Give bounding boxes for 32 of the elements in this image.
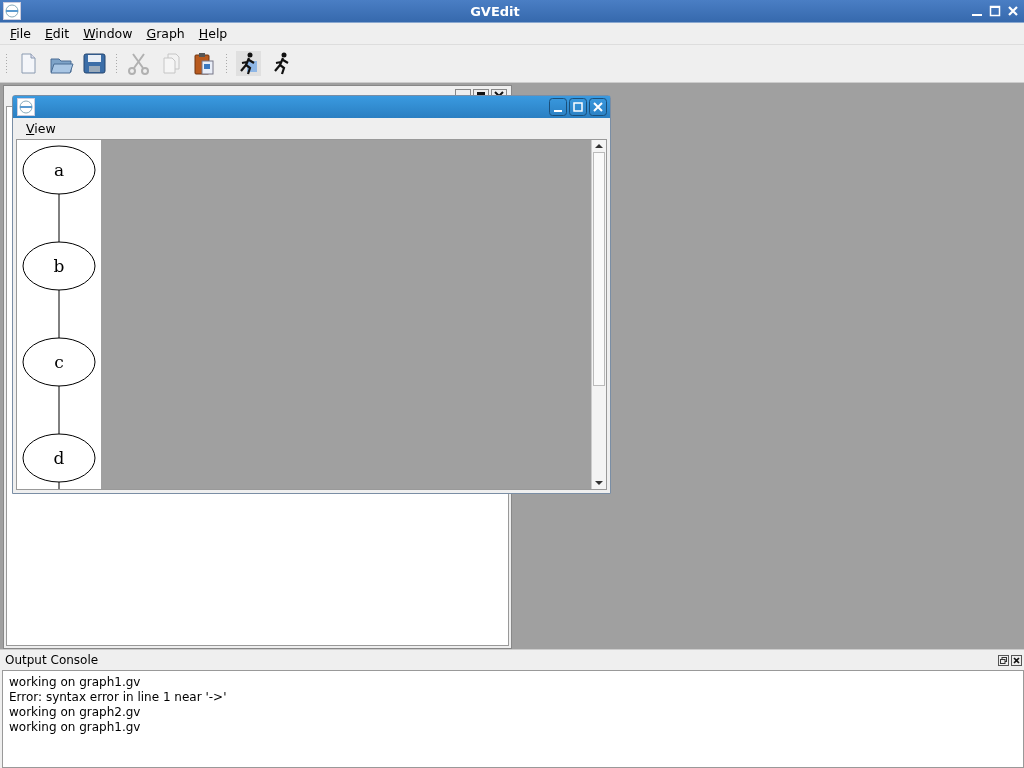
graph-edge: [58, 289, 60, 339]
scrollbar[interactable]: [591, 140, 606, 489]
menu-item[interactable]: Help: [191, 26, 235, 41]
minimize-icon[interactable]: [549, 98, 567, 116]
menu-item[interactable]: File: [3, 26, 38, 41]
node-label: d: [53, 448, 65, 468]
graph-edge: [58, 385, 60, 435]
app-logo-icon: [17, 98, 35, 116]
node-label: a: [53, 160, 65, 180]
menu-item[interactable]: Window: [76, 26, 140, 41]
maximize-icon[interactable]: [987, 3, 1003, 19]
float-icon[interactable]: [998, 654, 1009, 666]
clipboard-icon[interactable]: [192, 51, 217, 76]
graph-edge: [58, 193, 60, 243]
console-line: working on graph1.gv: [9, 675, 142, 690]
close-icon[interactable]: [1011, 654, 1022, 666]
maximize-icon[interactable]: [569, 98, 587, 116]
node-label: c: [54, 352, 64, 372]
close-icon[interactable]: [589, 98, 607, 116]
app-logo-icon: [3, 2, 21, 20]
menu-item[interactable]: Edit: [37, 26, 77, 41]
graph-edge: [58, 481, 60, 489]
panel-title: Output Console: [5, 653, 99, 667]
node-label: b: [53, 256, 65, 276]
console-line: working on graph2.gv: [9, 705, 142, 720]
console-line: Error: syntax error in line 1 near '->': [9, 690, 228, 705]
console-line: working on graph1.gv: [9, 720, 142, 735]
menu-item[interactable]: View: [19, 120, 63, 136]
running-figure-icon[interactable]: [236, 51, 261, 76]
window-title: GVEdit: [469, 3, 521, 19]
scroll-thumb[interactable]: [593, 152, 605, 386]
menu-item[interactable]: Graph: [139, 26, 192, 41]
